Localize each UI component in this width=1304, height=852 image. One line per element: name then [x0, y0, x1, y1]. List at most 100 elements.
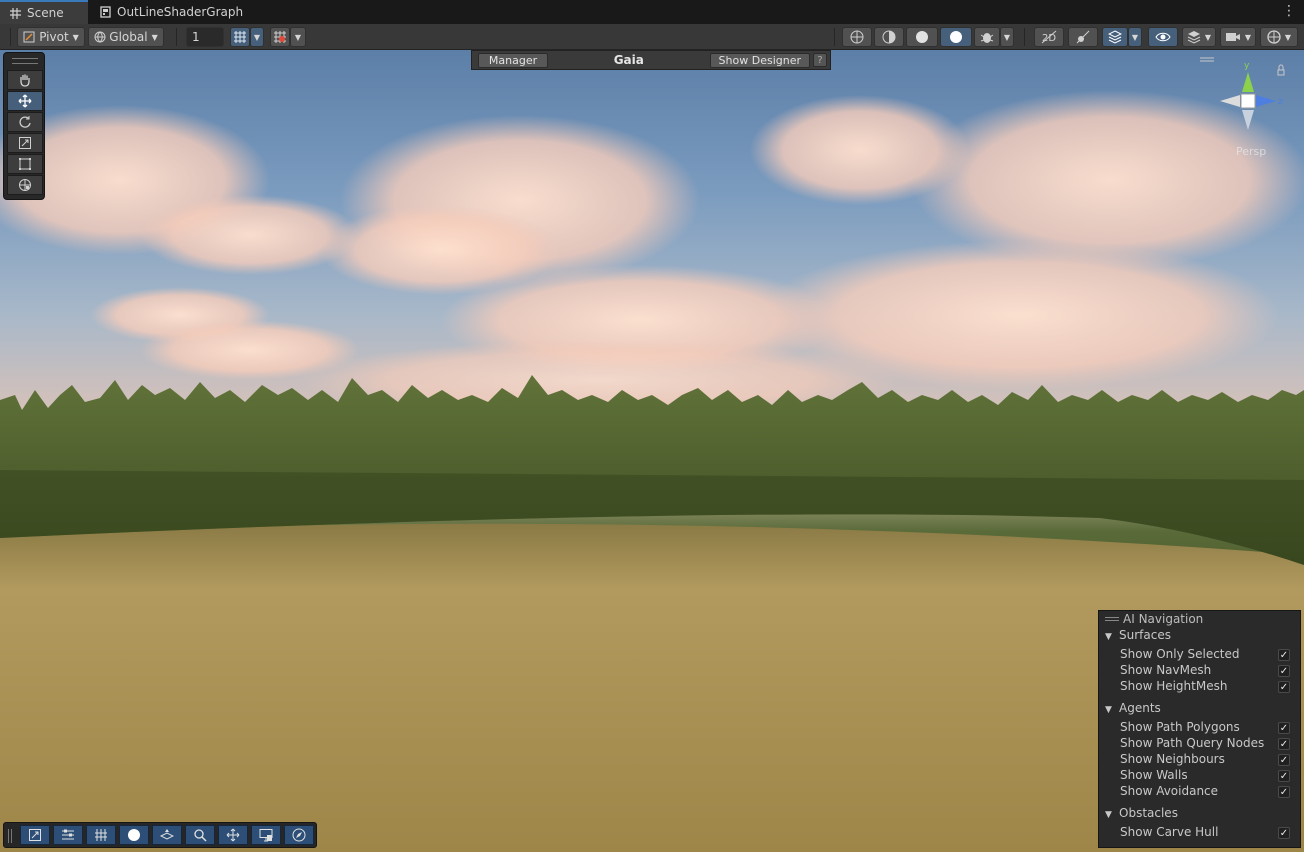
toggle-label: Show Carve Hull	[1120, 825, 1219, 839]
grid-toggle-button[interactable]	[86, 825, 116, 845]
increment-snap-dropdown[interactable]: ▼	[290, 27, 306, 47]
display-button[interactable]	[251, 825, 281, 845]
debug-draw-mode-button[interactable]	[974, 27, 1000, 47]
toggle-show-path-query-nodes[interactable]: Show Path Query Nodes ✓	[1120, 736, 1296, 752]
snap-increment-field[interactable]: 1	[186, 27, 224, 47]
grid-toggle-icon	[95, 829, 107, 841]
tab-outline-shader-graph[interactable]: OutLineShaderGraph	[90, 0, 253, 24]
effects-dropdown[interactable]: ▼	[1128, 27, 1142, 47]
debug-draw-dropdown[interactable]: ▼	[1000, 27, 1014, 47]
checkbox-checked[interactable]: ✓	[1278, 681, 1290, 693]
overlay-menu-button[interactable]	[53, 825, 83, 845]
scale-tool-button[interactable]	[7, 133, 43, 153]
effects-toggle-button[interactable]	[1102, 27, 1128, 47]
section-agents[interactable]: ▼ Agents	[1105, 701, 1161, 715]
unlit-button[interactable]	[940, 27, 972, 47]
frame-icon	[29, 829, 41, 841]
checkbox-checked[interactable]: ✓	[1278, 722, 1290, 734]
global-dropdown[interactable]: Global ▼	[88, 27, 164, 47]
section-obstacles[interactable]: ▼ Obstacles	[1105, 806, 1178, 820]
rect-tool-icon	[19, 158, 31, 170]
pivot-dropdown[interactable]: Pivot ▼	[17, 27, 85, 47]
tab-label: Scene	[27, 6, 64, 20]
tab-label: OutLineShaderGraph	[117, 5, 244, 19]
wireframe-icon	[850, 30, 864, 44]
tab-scene[interactable]: Scene	[0, 0, 88, 24]
toggle-show-only-selected[interactable]: Show Only Selected ✓	[1120, 647, 1296, 663]
palette-grip[interactable]	[12, 58, 38, 64]
toggle-show-heightmesh[interactable]: Show HeightMesh ✓	[1120, 679, 1296, 695]
scene-visibility-button[interactable]	[1148, 27, 1178, 47]
panel-grip[interactable]	[1105, 617, 1119, 621]
navmesh-button[interactable]	[152, 825, 182, 845]
gizmo-move-button[interactable]	[218, 825, 248, 845]
camera-settings-dropdown[interactable]: ▼	[1220, 27, 1256, 47]
toggle-label: Show Path Polygons	[1120, 720, 1240, 734]
checkbox-checked[interactable]: ✓	[1278, 770, 1290, 782]
increment-snap-button[interactable]	[270, 27, 290, 47]
navmesh-icon	[160, 829, 174, 840]
help-icon[interactable]: ?	[813, 53, 827, 67]
render-mode-button[interactable]	[119, 825, 149, 845]
overlay-menu-icon	[62, 829, 74, 840]
toggle-show-carve-hull[interactable]: Show Carve Hull ✓	[1120, 825, 1296, 841]
checkbox-checked[interactable]: ✓	[1278, 786, 1290, 798]
section-title: Obstacles	[1119, 806, 1178, 820]
chevron-down-icon: ▼	[1105, 632, 1112, 642]
section-title: Agents	[1119, 701, 1161, 715]
search-button[interactable]	[185, 825, 215, 845]
move-tool-button[interactable]	[7, 91, 43, 111]
hand-tool-icon	[20, 74, 30, 87]
gizmo-globe-icon	[1267, 30, 1281, 44]
toggle-show-avoidance[interactable]: Show Avoidance ✓	[1120, 784, 1296, 800]
frame-button[interactable]	[20, 825, 50, 845]
show-designer-button[interactable]: Show Designer	[709, 52, 810, 68]
camera-icon	[1225, 33, 1240, 41]
rect-tool-button[interactable]	[7, 154, 43, 174]
toolbar-separator	[176, 28, 177, 46]
toggle-label: Show NavMesh	[1120, 663, 1212, 677]
projection-label[interactable]: Persp	[1236, 145, 1266, 158]
svg-text:2D: 2D	[1042, 33, 1056, 44]
transform-tool-button[interactable]	[7, 175, 43, 195]
toggle-2d-button[interactable]: 2D	[1034, 27, 1064, 47]
checkbox-checked[interactable]: ✓	[1278, 754, 1290, 766]
more-options-icon[interactable]: ⋮	[1282, 3, 1296, 19]
layers-dropdown[interactable]: ▼	[1182, 27, 1216, 47]
toolbar-grip[interactable]	[8, 829, 12, 843]
toolbar-separator	[834, 28, 835, 46]
checkbox-checked[interactable]: ✓	[1278, 827, 1290, 839]
section-surfaces[interactable]: ▼ Surfaces	[1105, 628, 1171, 642]
chevron-down-icon: ▼	[1244, 32, 1252, 42]
checkbox-checked[interactable]: ✓	[1278, 738, 1290, 750]
toggle-show-neighbours[interactable]: Show Neighbours ✓	[1120, 752, 1296, 768]
gaia-manager-button[interactable]: Manager	[478, 52, 548, 68]
search-icon	[194, 829, 207, 842]
toggle-show-walls[interactable]: Show Walls ✓	[1120, 768, 1296, 784]
toggle-label: Show Neighbours	[1120, 752, 1225, 766]
toggle-label: Show Path Query Nodes	[1120, 736, 1265, 750]
lock-icon	[1277, 64, 1285, 76]
grid-snap-dropdown[interactable]: ▼	[250, 27, 264, 47]
shaded-button[interactable]	[906, 27, 938, 47]
grid-snap-button[interactable]	[230, 27, 250, 47]
light-icon	[1076, 30, 1090, 44]
shaded-wireframe-button[interactable]	[874, 27, 904, 47]
compass-button[interactable]	[284, 825, 314, 845]
checkbox-checked[interactable]: ✓	[1278, 665, 1290, 677]
lighting-toggle-button[interactable]	[1068, 27, 1098, 47]
grid-snap-icon	[234, 31, 246, 43]
checkbox-checked[interactable]: ✓	[1278, 649, 1290, 661]
wireframe-button[interactable]	[842, 27, 872, 47]
shader-graph-icon	[100, 6, 111, 18]
toggle-show-path-polygons[interactable]: Show Path Polygons ✓	[1120, 720, 1296, 736]
pivot-label: Pivot	[39, 30, 69, 44]
hand-tool-button[interactable]	[7, 70, 43, 90]
rotate-tool-button[interactable]	[7, 112, 43, 132]
gizmos-dropdown[interactable]: ▼	[1260, 27, 1298, 47]
scene-toolbar: Pivot ▼ Global ▼ 1 ▼ ▼ ▼ 2D ▼ ▼ ▼ ▼	[0, 24, 1304, 50]
chevron-down-icon: ▼	[151, 32, 158, 42]
toggle-show-navmesh[interactable]: Show NavMesh ✓	[1120, 663, 1296, 679]
grid-icon	[10, 7, 21, 19]
gaia-title: Gaia	[613, 53, 644, 67]
